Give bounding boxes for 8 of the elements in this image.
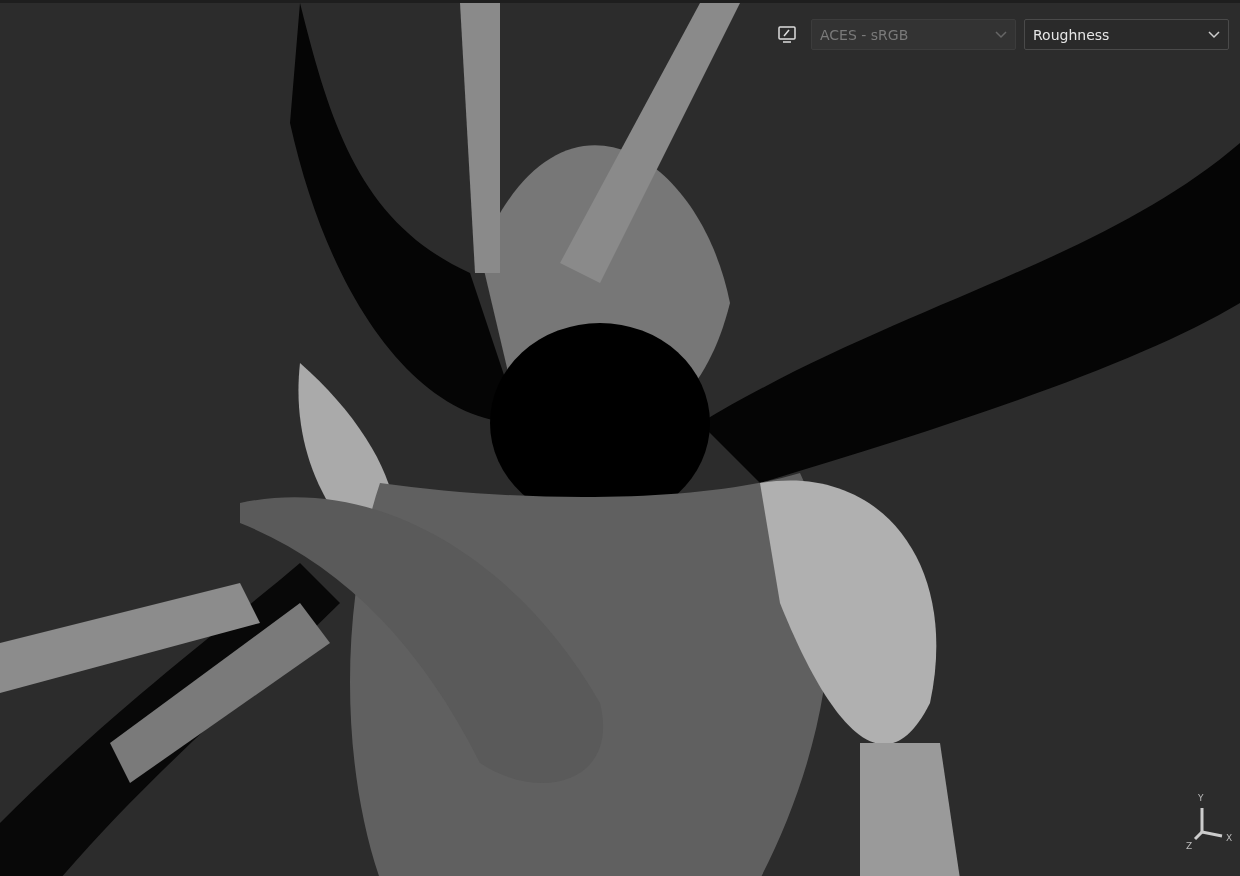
axis-gizmo-icon xyxy=(1192,806,1224,842)
chevron-down-icon xyxy=(995,30,1007,39)
axis-label: Z xyxy=(1186,842,1193,851)
axis-label: X xyxy=(1226,834,1233,843)
dropdown[interactable]: Roughness xyxy=(1024,19,1229,50)
chevron-down-icon xyxy=(1208,30,1220,39)
monitor-icon xyxy=(777,24,797,45)
axis-label: Y xyxy=(1198,794,1204,803)
